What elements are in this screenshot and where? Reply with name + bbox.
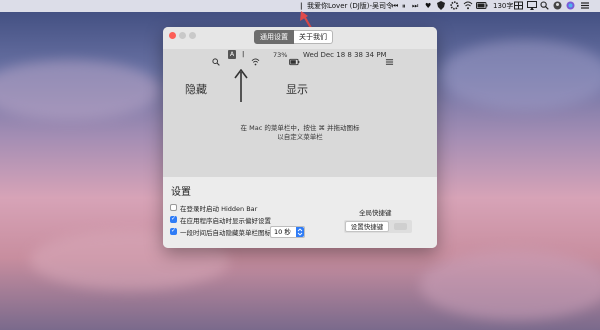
launch-at-login-label: 在登录时启动 Hidden Bar (180, 205, 258, 213)
instruction-text: 在 Mac 的菜单栏中，按住 ⌘ 并拖动图标 以自定义菜单栏 (163, 124, 437, 142)
instruction-line-1: 在 Mac 的菜单栏中，按住 ⌘ 并拖动图标 (240, 124, 360, 132)
delay-select[interactable]: 10 秒 (270, 226, 305, 238)
instruction-line-2: 以自定义菜单栏 (277, 133, 323, 141)
search-icon (212, 51, 220, 70)
hidden-bar-preferences-window: 通用设置 关于我们 A | 73% Wed Dec 18 8 38 34 PM … (163, 27, 437, 248)
tab-general[interactable]: 通用设置 (254, 30, 294, 44)
up-arrow-icon (234, 69, 248, 102)
preview-separator: | (242, 50, 245, 58)
delay-value: 10 秒 (274, 228, 291, 236)
hidden-section-label: 隐藏 (185, 83, 207, 96)
chevron-updown-icon (296, 227, 304, 237)
close-button[interactable] (169, 32, 176, 39)
preview-clock: Wed Dec 18 8 38 34 PM (303, 51, 387, 59)
set-shortcut-button[interactable]: 设置快捷键 (345, 221, 389, 232)
list-icon (385, 51, 394, 70)
zoom-button[interactable] (189, 32, 196, 39)
wifi-icon (251, 51, 260, 70)
minimize-button[interactable] (179, 32, 186, 39)
settings-title: 设置 (171, 187, 191, 198)
settings-panel: 设置 在登录时启动 Hidden Bar 在应用程序启动时显示偏好设置 一段时间… (163, 177, 437, 248)
a-input-icon: A (228, 50, 236, 59)
show-preferences-label: 在应用程序启动时显示偏好设置 (180, 217, 271, 225)
clear-shortcut-button[interactable] (394, 223, 407, 230)
shortcut-group: 设置快捷键 (344, 220, 412, 233)
auto-hide-checkbox[interactable] (170, 227, 177, 235)
menubar-preview: A | 73% Wed Dec 18 8 38 34 PM 隐藏 显示 在 Ma… (163, 49, 437, 177)
shown-section-label: 显示 (286, 83, 308, 96)
title-bar[interactable]: 通用设置 关于我们 (163, 27, 437, 49)
global-shortcut-title: 全局快捷键 (359, 209, 392, 217)
battery-icon (289, 51, 300, 70)
battery-percent: 73% (273, 51, 288, 59)
launch-at-login-checkbox[interactable] (170, 204, 177, 211)
auto-hide-label: 一段时间后自动隐藏菜单栏图标： (180, 229, 278, 237)
show-preferences-checkbox[interactable] (170, 215, 177, 223)
tab-switcher: 通用设置 关于我们 (254, 30, 333, 44)
tab-about[interactable]: 关于我们 (294, 30, 333, 44)
